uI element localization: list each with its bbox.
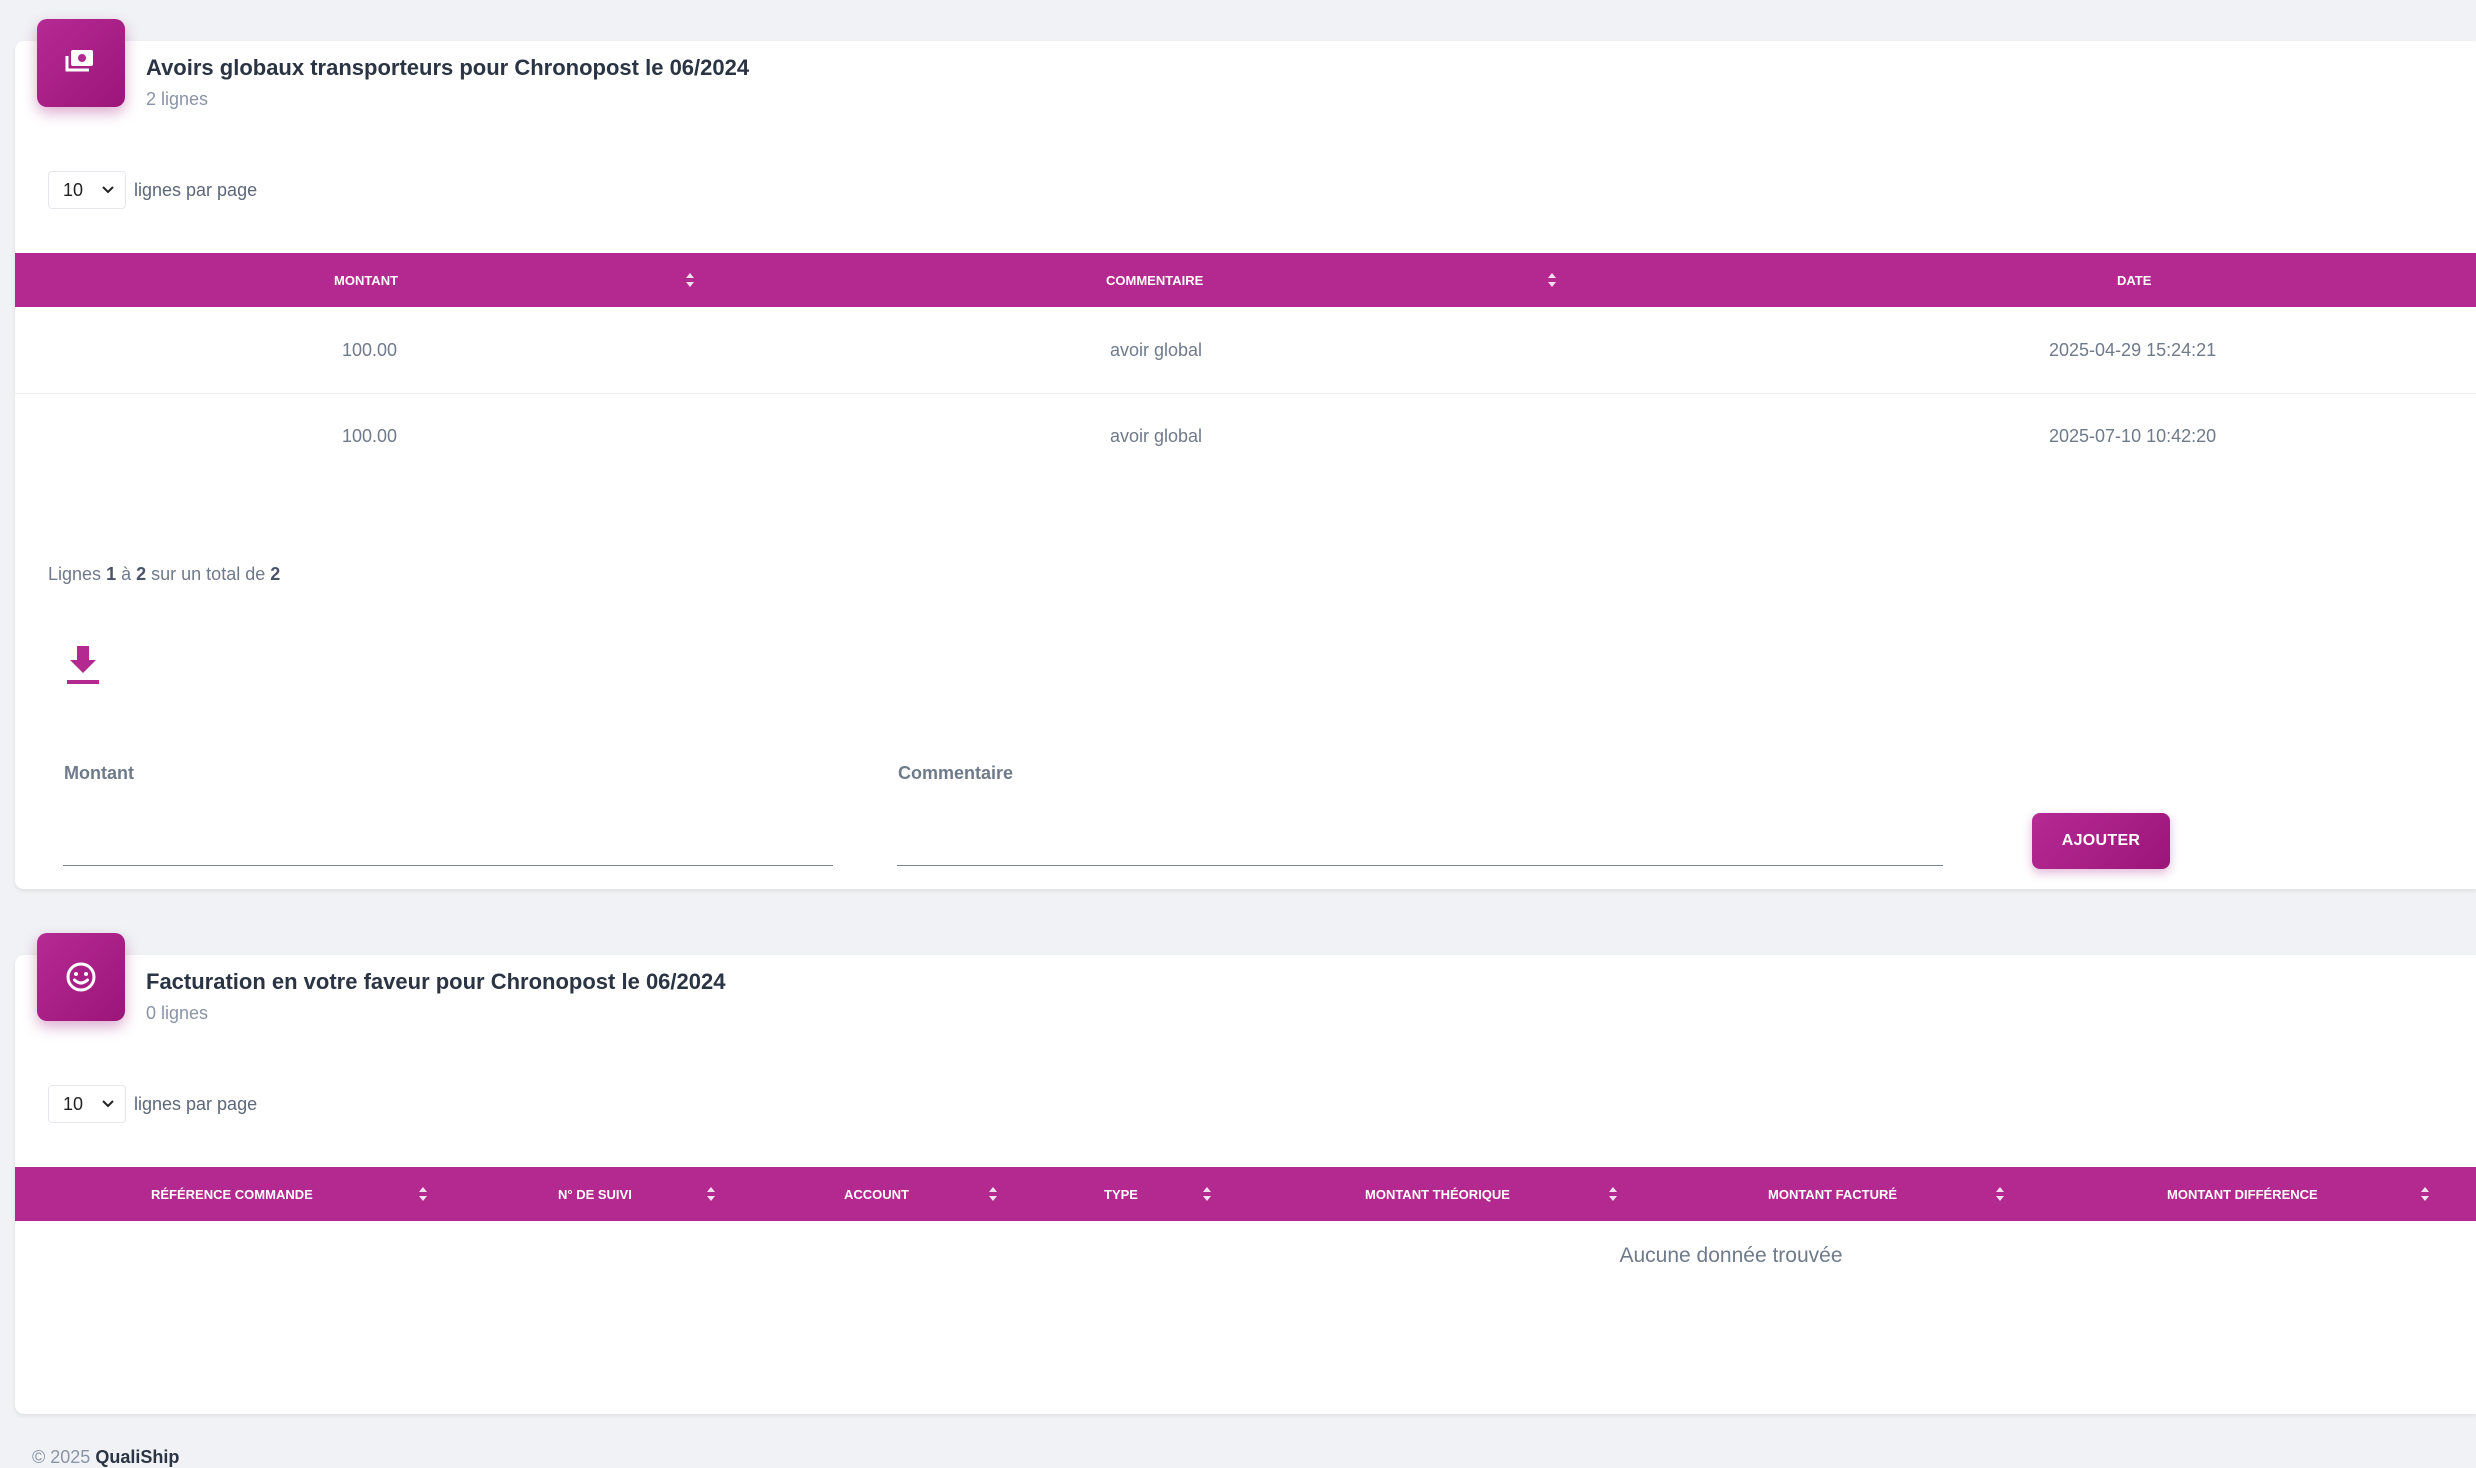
avoirs-title: Avoirs globaux transporteurs pour Chrono… bbox=[146, 55, 750, 80]
col-montant-label: MONTANT bbox=[334, 272, 399, 288]
empty-state: Aucune donnée trouvée bbox=[1619, 1244, 1843, 1267]
chevron-down-icon bbox=[102, 186, 114, 194]
copyright: © 2025 bbox=[32, 1447, 91, 1467]
smiley-icon bbox=[37, 933, 125, 1021]
table-row: 100.00 avoir global 2025-04-29 15:24:21 bbox=[15, 307, 2476, 394]
col-commentaire-label: COMMENTAIRE bbox=[1106, 272, 1204, 288]
table-row: 100.00 avoir global 2025-07-10 10:42:20 bbox=[15, 393, 2476, 479]
facturation-per-page-select[interactable]: 10 bbox=[48, 1085, 126, 1123]
pager-total-word: sur un total de bbox=[151, 564, 266, 584]
pager-to-word: à bbox=[121, 564, 132, 584]
sort-icon[interactable] bbox=[1607, 1184, 1619, 1204]
sort-icon[interactable] bbox=[987, 1184, 999, 1204]
cell-commentaire: avoir global bbox=[1110, 339, 1203, 360]
footer: © 2025 QualiShip bbox=[32, 1447, 179, 1468]
avoirs-count: 2 lignes bbox=[146, 89, 209, 109]
sort-icon[interactable] bbox=[1994, 1184, 2006, 1204]
col-montant-difference-label: MONTANT DIFFÉRENCE bbox=[2167, 1186, 2318, 1202]
montant-label: Montant bbox=[64, 763, 134, 783]
avoirs-per-page: 10 lignes par page bbox=[48, 171, 257, 209]
facturation-title: Facturation en votre faveur pour Chronop… bbox=[146, 969, 726, 994]
facturation-count: 0 lignes bbox=[146, 1003, 209, 1023]
col-account-label: ACCOUNT bbox=[844, 1186, 909, 1202]
col-montant-theorique-label: MONTANT THÉORIQUE bbox=[1365, 1186, 1510, 1202]
sort-icon[interactable] bbox=[417, 1184, 429, 1204]
col-account[interactable]: ACCOUNT bbox=[735, 1167, 1015, 1221]
facturation-per-page: 10 lignes par page bbox=[48, 1085, 257, 1123]
facturation-card: Facturation en votre faveur pour Chronop… bbox=[15, 933, 2476, 1414]
commentaire-input[interactable] bbox=[897, 831, 1943, 866]
sort-icon[interactable] bbox=[2419, 1184, 2431, 1204]
sort-icon[interactable] bbox=[1546, 270, 1558, 290]
commentaire-label: Commentaire bbox=[898, 763, 1014, 783]
per-page-value: 10 bbox=[63, 179, 84, 200]
col-montant-facture[interactable]: MONTANT FACTURÉ bbox=[1655, 1167, 2055, 1221]
cell-commentaire: avoir global bbox=[1110, 425, 1203, 446]
ajouter-button[interactable]: AJOUTER bbox=[2032, 813, 2170, 869]
avoirs-table-header: MONTANT COMMENTAIRE DATE bbox=[15, 253, 2476, 307]
col-reference[interactable]: RÉFÉRENCE COMMANDE bbox=[15, 1167, 445, 1221]
sort-icon[interactable] bbox=[684, 270, 696, 290]
brand-link[interactable]: QualiShip bbox=[95, 1447, 179, 1467]
col-reference-label: RÉFÉRENCE COMMANDE bbox=[151, 1186, 313, 1202]
col-date[interactable]: DATE bbox=[1615, 253, 2476, 307]
col-montant-theorique[interactable]: MONTANT THÉORIQUE bbox=[1255, 1167, 1655, 1221]
col-montant-facture-label: MONTANT FACTURÉ bbox=[1768, 1186, 1898, 1202]
sort-icon[interactable] bbox=[1201, 1184, 1213, 1204]
col-type-label: TYPE bbox=[1104, 1186, 1138, 1202]
pagination-info: Lignes 1 à 2 sur un total de 2 bbox=[48, 564, 280, 585]
avoirs-card: Avoirs globaux transporteurs pour Chrono… bbox=[15, 19, 2476, 889]
money-icon bbox=[37, 19, 125, 107]
col-suivi[interactable]: N° DE SUIVI bbox=[445, 1167, 735, 1221]
facturation-table-header: RÉFÉRENCE COMMANDE N° DE SUIVI ACCOUNT T… bbox=[15, 1167, 2476, 1221]
pager-from: 1 bbox=[106, 564, 117, 584]
download-icon bbox=[67, 646, 99, 684]
cell-montant: 100.00 bbox=[342, 425, 398, 446]
montant-input[interactable] bbox=[63, 831, 833, 866]
cell-montant: 100.00 bbox=[342, 339, 398, 360]
col-suivi-label: N° DE SUIVI bbox=[558, 1186, 632, 1202]
sort-icon[interactable] bbox=[705, 1184, 717, 1204]
pager-to: 2 bbox=[136, 564, 147, 584]
col-commentaire[interactable]: COMMENTAIRE bbox=[715, 253, 1615, 307]
col-montant-difference[interactable]: MONTANT DIFFÉRENCE bbox=[2055, 1167, 2476, 1221]
col-type[interactable]: TYPE bbox=[1015, 1167, 1255, 1221]
download-button[interactable] bbox=[57, 639, 109, 691]
chevron-down-icon bbox=[102, 1100, 114, 1108]
col-montant[interactable]: MONTANT bbox=[15, 253, 715, 307]
cell-date: 2025-07-10 10:42:20 bbox=[2049, 425, 2217, 446]
per-page-value: 10 bbox=[63, 1093, 84, 1114]
per-page-label: lignes par page bbox=[134, 1093, 258, 1114]
pager-total: 2 bbox=[270, 564, 281, 584]
avoirs-per-page-select[interactable]: 10 bbox=[48, 171, 126, 209]
per-page-label: lignes par page bbox=[134, 179, 258, 200]
pager-prefix: Lignes bbox=[48, 564, 102, 584]
col-date-label: DATE bbox=[2117, 272, 2152, 288]
cell-date: 2025-04-29 15:24:21 bbox=[2049, 339, 2217, 360]
